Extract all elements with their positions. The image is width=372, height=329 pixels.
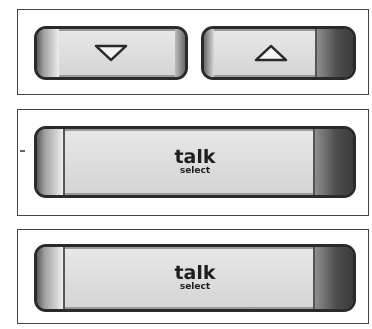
talk-select-label: talk select (174, 148, 215, 176)
triangle-up-icon (254, 44, 288, 62)
button-right-cap (315, 247, 353, 309)
talk-label-subtitle: select (179, 282, 211, 292)
button-right-cap (317, 29, 353, 77)
button-left-cap (37, 247, 63, 309)
talk-label-title: talk (174, 146, 216, 168)
button-left-cap (37, 29, 59, 77)
triangle-down-icon (94, 44, 128, 62)
cap-divider (63, 129, 65, 195)
talk-select-button-2[interactable]: talk select (34, 244, 356, 312)
talk-select-button[interactable]: talk select (34, 126, 356, 198)
edge-marker (20, 150, 25, 152)
cap-divider (313, 129, 315, 195)
cap-divider (313, 247, 315, 309)
scroll-down-button[interactable] (34, 26, 188, 80)
cap-divider (63, 247, 65, 309)
scroll-up-button[interactable] (201, 26, 356, 80)
button-left-cap (204, 29, 214, 77)
talk-select-label: talk select (174, 264, 215, 292)
talk-label-subtitle: select (179, 166, 211, 176)
button-left-cap (37, 129, 63, 195)
talk-label-title: talk (174, 262, 216, 284)
button-right-cap (315, 129, 353, 195)
button-right-cap (175, 29, 185, 77)
cap-divider (315, 29, 317, 77)
